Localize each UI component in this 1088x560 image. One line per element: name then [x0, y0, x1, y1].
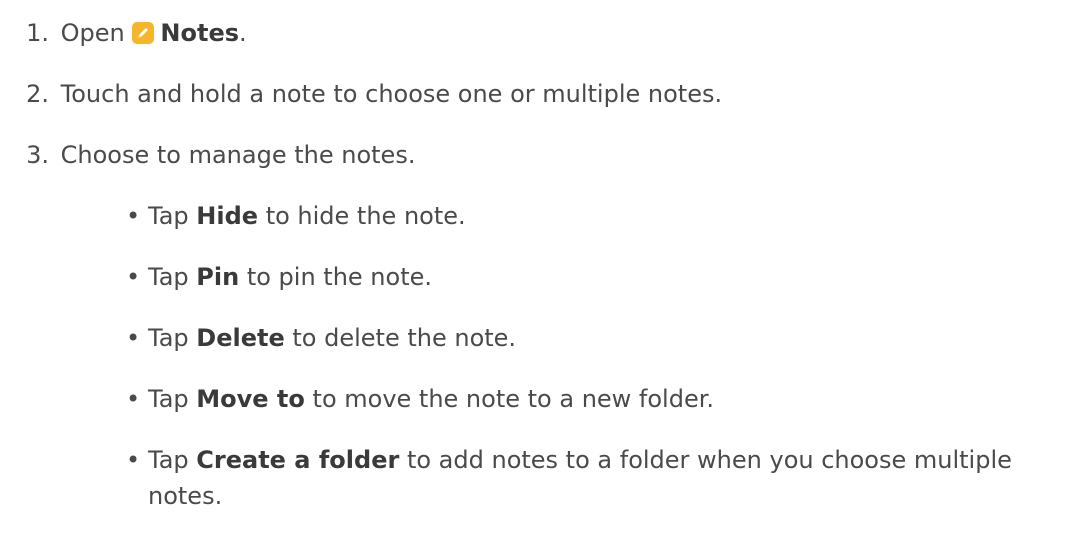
bullet-move-to: • Tap Move to to move the note to a new …: [126, 381, 715, 417]
bullet-pre: Tap: [148, 202, 189, 230]
bullet-dot: •: [126, 324, 141, 352]
step-text: Touch and hold a note to choose one or m…: [60, 80, 723, 108]
bullet-post: to pin the note.: [246, 263, 433, 291]
step-number: 3.: [26, 141, 49, 169]
step-1-pre: Open: [60, 19, 125, 47]
bullet-dot: •: [126, 446, 141, 474]
bullet-dot: •: [126, 385, 141, 413]
step-text: Open Notes.: [61, 15, 247, 51]
bullet-hide: • Tap Hide to hide the note.: [126, 198, 466, 234]
bullet-create-folder: • Tap Create a folder to add notes to a …: [126, 442, 1088, 514]
bullet-pin: • Tap Pin to pin the note.: [126, 259, 433, 295]
bullet-action: Create a folder: [196, 446, 400, 474]
bullet-dot: •: [126, 263, 141, 291]
bullet-pre: Tap: [148, 446, 189, 474]
bullet-post: to hide the note.: [265, 202, 466, 230]
step-text: Choose to manage the notes.: [60, 141, 416, 169]
bullet-action: Pin: [196, 263, 240, 291]
step-number: 2.: [26, 80, 49, 108]
bullet-pre: Tap: [148, 263, 189, 291]
bullet-action: Delete: [196, 324, 285, 352]
bullet-post: to move the note to a new folder.: [312, 385, 715, 413]
bullet-pre: Tap: [148, 324, 189, 352]
bullet-action: Hide: [196, 202, 259, 230]
step-number: 1.: [26, 19, 49, 47]
bullet-dot: •: [126, 202, 141, 230]
step-3: 3. Choose to manage the notes.: [0, 137, 415, 173]
step-2: 2. Touch and hold a note to choose one o…: [0, 76, 722, 112]
bullet-post: to delete the note.: [292, 324, 517, 352]
step-1: 1. Open Notes.: [0, 15, 247, 51]
notes-app-icon: [132, 22, 155, 44]
bullet-delete: • Tap Delete to delete the note.: [126, 320, 517, 356]
bullet-action: Move to: [196, 385, 305, 413]
bullet-pre: Tap: [148, 385, 189, 413]
step-1-post: .: [239, 19, 247, 47]
notes-app-label: Notes: [160, 19, 239, 47]
